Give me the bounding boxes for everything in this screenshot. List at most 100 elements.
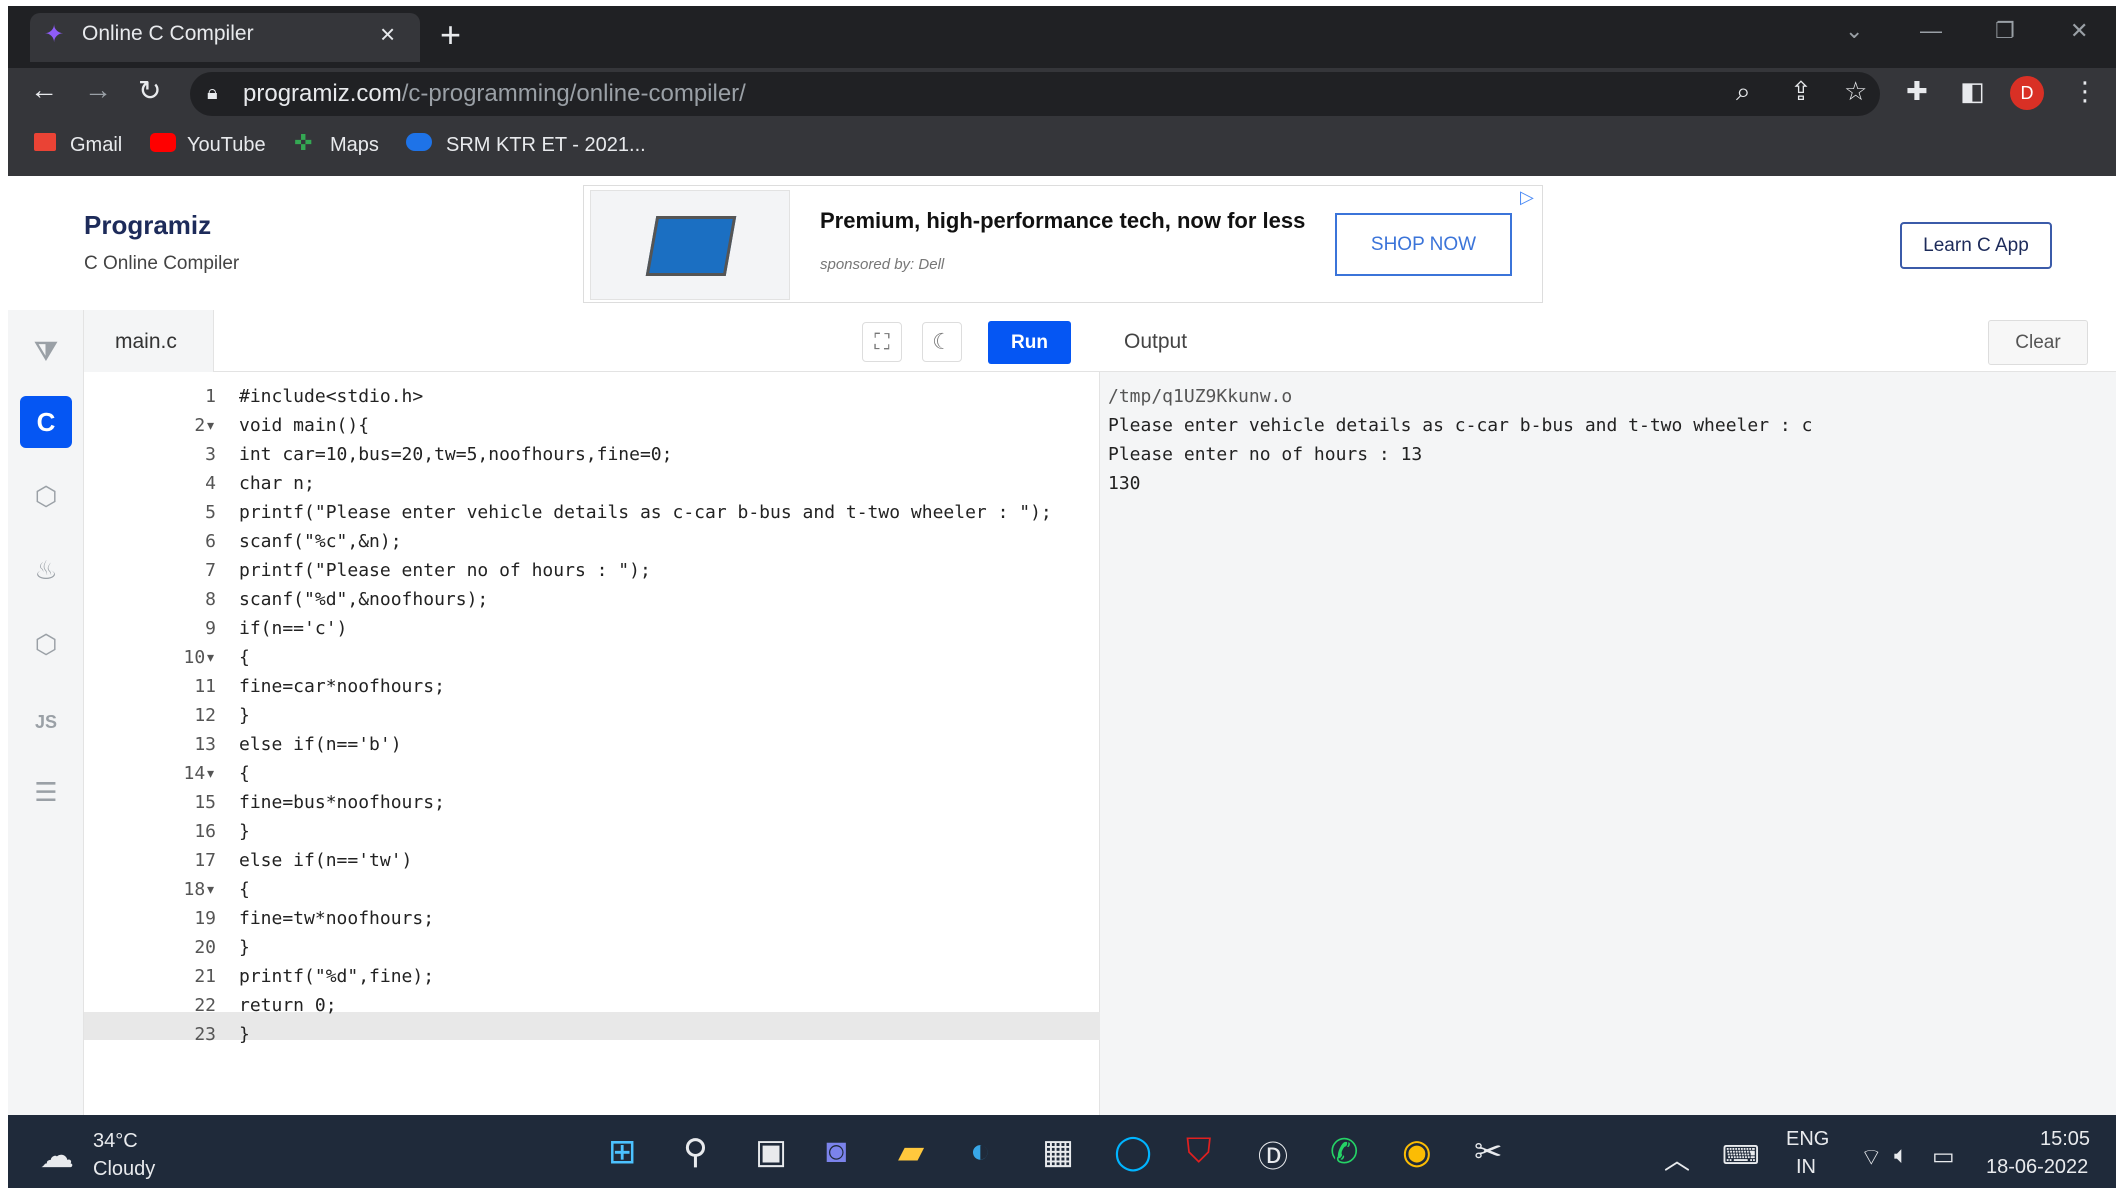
shop-now-button[interactable]: SHOP NOW	[1335, 213, 1512, 276]
bookmark-youtube[interactable]: YouTube	[187, 134, 266, 157]
code-line[interactable]: #include<stdio.h>	[239, 386, 423, 407]
ad-headline[interactable]: Premium, high-performance tech, now for …	[820, 210, 1320, 232]
wifi-icon[interactable]: ⌔	[1860, 1142, 1883, 1172]
code-line[interactable]: fine=car*noofhours;	[239, 676, 445, 697]
new-tab-icon[interactable]: +	[440, 14, 461, 56]
file-explorer-icon[interactable]: ▰	[898, 1132, 924, 1172]
weather-temp[interactable]: 34°C	[93, 1130, 138, 1153]
edge-icon[interactable]: ◐	[970, 1132, 991, 1171]
line-number: 16	[194, 821, 216, 842]
weather-cloud-icon[interactable]: ☁	[40, 1136, 74, 1176]
code-line[interactable]: {	[239, 763, 250, 784]
code-line[interactable]: void main(){	[239, 415, 369, 436]
bookmark-srm[interactable]: SRM KTR ET - 2021...	[446, 134, 646, 157]
file-name[interactable]: main.c	[115, 330, 177, 354]
teams-chat-icon[interactable]: ◙	[826, 1132, 847, 1171]
zoom-icon[interactable]: ⌕	[1736, 76, 1751, 108]
code-line[interactable]: if(n=='c')	[239, 618, 347, 639]
code-line[interactable]: {	[239, 647, 250, 668]
ad-laptop-image[interactable]	[590, 190, 790, 300]
code-line[interactable]: scanf("%d",&noofhours);	[239, 589, 488, 610]
search-icon[interactable]: ⚲	[683, 1132, 708, 1172]
clock-time[interactable]: 15:05	[2040, 1128, 2090, 1151]
python-language-icon[interactable]: ⧩	[20, 326, 72, 378]
output-console[interactable]: /tmp/q1UZ9Kkunw.o Please enter vehicle de…	[1100, 372, 2116, 1115]
browser-tab-title: Online C Compiler	[82, 22, 254, 45]
bookmark-gmail[interactable]: Gmail	[70, 134, 122, 157]
minimize-icon[interactable]: —	[1920, 18, 1942, 44]
keyboard-icon[interactable]: ⌨	[1722, 1140, 1760, 1171]
side-panel-icon[interactable]: ◧	[1960, 76, 1985, 107]
code-line[interactable]: fine=bus*noofhours;	[239, 792, 445, 813]
sql-database-icon[interactable]: ☰	[20, 766, 72, 818]
forward-icon[interactable]: →	[84, 74, 112, 106]
profile-avatar[interactable]: D	[2010, 76, 2044, 110]
dell-icon[interactable]: Ⓓ	[1258, 1132, 1288, 1176]
run-button[interactable]: Run	[988, 321, 1071, 364]
line-number: 17	[194, 850, 216, 871]
store-icon[interactable]: ▦	[1042, 1132, 1074, 1172]
back-icon[interactable]: ←	[30, 74, 58, 106]
ad-choices-icon[interactable]: ▷	[1520, 187, 1534, 208]
close-tab-icon[interactable]: ×	[380, 19, 395, 50]
restore-icon[interactable]: ❐	[1995, 18, 2015, 44]
code-line[interactable]: }	[239, 821, 250, 842]
code-line[interactable]: }	[239, 937, 250, 958]
code-line[interactable]: int car=10,bus=20,tw=5,noofhours,fine=0;	[239, 444, 672, 465]
line-number: 14▾	[183, 763, 216, 784]
code-line[interactable]: fine=tw*noofhours;	[239, 908, 434, 929]
chrome-icon[interactable]: ◉	[1402, 1132, 1432, 1172]
c-language-icon[interactable]: C	[20, 396, 72, 448]
cpp-language-icon[interactable]: ⬡	[20, 470, 72, 522]
volume-icon[interactable]: 🔈︎	[1894, 1142, 1908, 1170]
code-editor[interactable]: 1 #include<stdio.h> 2▾ void main(){3 int car…	[84, 372, 1100, 1115]
code-line[interactable]: scanf("%c",&n);	[239, 531, 402, 552]
mcafee-icon[interactable]: ⛉	[1186, 1132, 1212, 1171]
code-line[interactable]: printf("Please enter no of hours : ");	[239, 560, 651, 581]
url-text[interactable]: programiz.com/c-programming/online-compi…	[243, 80, 746, 108]
tab-search-icon[interactable]: ⌄	[1845, 18, 1863, 44]
task-view-icon[interactable]: ▣	[755, 1132, 787, 1172]
output-line: Please enter vehicle details as c-car b-…	[1108, 415, 1813, 436]
window-close-icon[interactable]: ✕	[2070, 18, 2088, 44]
share-icon[interactable]: ⇪	[1790, 76, 1812, 107]
reload-icon[interactable]: ↻	[138, 74, 161, 107]
code-line[interactable]: else if(n=='tw')	[239, 850, 412, 871]
language-top[interactable]: ENG	[1786, 1128, 1829, 1151]
code-line[interactable]: printf("Please enter vehicle details as …	[239, 502, 1052, 523]
windows-start-icon[interactable]: ⊞	[608, 1132, 637, 1172]
code-line[interactable]: char n;	[239, 473, 315, 494]
lock-icon[interactable]: 🔒︎	[207, 82, 218, 105]
learn-c-app-button[interactable]: Learn C App	[1900, 222, 2052, 269]
csharp-language-icon[interactable]: ⬡	[20, 618, 72, 670]
code-line[interactable]: {	[239, 879, 250, 900]
bookmark-maps[interactable]: Maps	[330, 134, 379, 157]
clock-date[interactable]: 18-06-2022	[1986, 1156, 2088, 1179]
battery-icon[interactable]: ▭	[1932, 1142, 1955, 1171]
code-line[interactable]: else if(n=='b')	[239, 734, 402, 755]
cortana-icon[interactable]: ◯	[1114, 1132, 1152, 1172]
programiz-logo[interactable]: Programiz	[84, 210, 211, 241]
code-line[interactable]: printf("%d",fine);	[239, 966, 434, 987]
menu-icon[interactable]: ⋮	[2072, 76, 2098, 107]
line-number: 18▾	[183, 879, 216, 900]
clear-button[interactable]: Clear	[1988, 320, 2088, 365]
fullscreen-button[interactable]: ⛶	[862, 322, 902, 362]
code-line[interactable]: return 0;	[239, 995, 337, 1016]
theme-toggle-button[interactable]: ☾	[922, 322, 962, 362]
code-line[interactable]: }	[239, 705, 250, 726]
bookmark-star-icon[interactable]: ☆	[1844, 76, 1867, 107]
language-bottom[interactable]: IN	[1796, 1156, 1816, 1179]
code-line[interactable]: }	[239, 1024, 250, 1045]
extensions-icon[interactable]: ✚	[1906, 76, 1928, 107]
snipping-tool-icon[interactable]: ✂	[1474, 1132, 1503, 1172]
bookmarks-bar	[8, 118, 2116, 176]
show-hidden-icons-icon[interactable]: ︿	[1664, 1140, 1690, 1177]
whatsapp-icon[interactable]: ✆	[1330, 1132, 1359, 1172]
line-number: 11	[194, 676, 216, 697]
weather-desc[interactable]: Cloudy	[93, 1158, 155, 1181]
line-number: 9	[205, 618, 216, 639]
java-language-icon[interactable]: ♨	[20, 544, 72, 596]
javascript-language-icon[interactable]: JS	[20, 696, 72, 748]
line-number: 23	[194, 1024, 216, 1045]
